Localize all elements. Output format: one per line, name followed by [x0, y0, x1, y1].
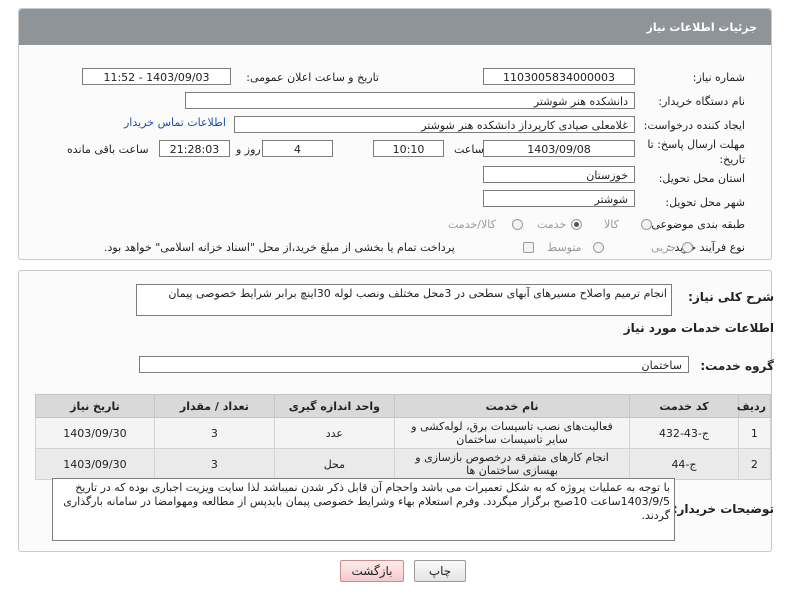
province-label: استان محل تحویل: — [658, 172, 745, 185]
category-radio-service[interactable] — [571, 219, 582, 230]
print-button[interactable]: چاپ — [414, 560, 466, 582]
process-radio-medium[interactable] — [593, 242, 604, 253]
deadline-date-field[interactable]: 1403/09/08 — [483, 140, 635, 157]
deadline-label: مهلت ارسال پاسخ: تا تاریخ: — [647, 138, 745, 166]
process-option-minor: جزیی — [651, 241, 677, 254]
buyer-org-field[interactable]: دانشکده هنر شوشتر — [185, 92, 635, 109]
treasury-payment-note: پرداخت تمام یا بخشی از مبلغ خرید،از محل … — [104, 241, 455, 254]
remaining-label: ساعت باقی مانده — [67, 143, 149, 156]
services-table: ردیف کد خدمت نام خدمت واحد اندازه گیری ت… — [35, 394, 772, 480]
table-header-row: ردیف کد خدمت نام خدمت واحد اندازه گیری ت… — [35, 394, 772, 418]
cell-service-code: ج-44 — [629, 448, 739, 480]
col-header-service-name: نام خدمت — [393, 394, 631, 418]
buyer-contact-link[interactable]: اطلاعات تماس خریدار — [124, 116, 226, 129]
deadline-time-field[interactable]: 10:10 — [373, 140, 444, 157]
category-option-service: خدمت — [537, 218, 567, 231]
col-header-unit: واحد اندازه گیری — [273, 394, 395, 418]
cell-unit: عدد — [273, 417, 395, 449]
table-row[interactable]: 1 ج-43-432 فعالیت‌های نصب تاسیسات برق، ل… — [35, 417, 772, 449]
col-header-row-number: ردیف — [737, 394, 772, 418]
cell-service-name: انجام کارهای متفرقه درخصوص بازسازی و بهس… — [393, 448, 631, 480]
cell-need-date: 1403/09/30 — [35, 417, 155, 449]
buyer-notes-text[interactable]: با توجه به عملیات پروژه که به شکل تعمیرا… — [52, 478, 675, 541]
remaining-days-field[interactable]: 4 — [262, 140, 333, 157]
category-radio-goods-service[interactable] — [512, 219, 523, 230]
cell-need-date: 1403/09/30 — [35, 448, 155, 480]
need-number-field[interactable]: 1103005834000003 — [483, 68, 635, 85]
summary-label: شرح کلی نیاز: — [688, 290, 774, 304]
cell-service-name: فعالیت‌های نصب تاسیسات برق، لوله‌کشی و س… — [393, 417, 631, 449]
services-section-title: اطلاعات خدمات مورد نیاز — [623, 321, 774, 335]
need-number-label: شماره نیاز: — [692, 71, 745, 84]
announce-label: تاریخ و ساعت اعلان عمومی: — [246, 71, 379, 84]
category-option-goods: کالا — [604, 218, 619, 231]
service-group-label: گروه خدمت: — [700, 359, 774, 373]
col-header-service-code: کد خدمت — [629, 394, 739, 418]
process-option-medium: متوسط — [547, 241, 582, 254]
category-option-goods-service: کالا/خدمت — [448, 218, 496, 231]
category-label: طبقه بندی موضوعی: — [647, 218, 745, 231]
province-field[interactable]: خوزستان — [483, 166, 635, 183]
category-radio-goods[interactable] — [641, 219, 652, 230]
table-row[interactable]: 2 ج-44 انجام کارهای متفرقه درخصوص بازساز… — [35, 448, 772, 480]
service-group-field[interactable]: ساختمان — [139, 356, 689, 373]
creator-field[interactable]: غلامعلی صیادی کارپرداز دانشکده هنر شوشتر — [234, 116, 635, 133]
col-header-quantity: تعداد / مقدار — [153, 394, 275, 418]
cell-quantity: 3 — [153, 448, 275, 480]
city-field[interactable]: شوشتر — [483, 190, 635, 207]
deadline-time-label: ساعت — [454, 143, 484, 156]
treasury-payment-checkbox[interactable] — [523, 242, 534, 253]
cell-row-number: 2 — [737, 448, 772, 480]
cell-service-code: ج-43-432 — [629, 417, 739, 449]
summary-text[interactable]: انجام ترمیم واصلاح مسیرهای آبهای سطحی در… — [136, 284, 672, 316]
remaining-time-field[interactable]: 21:28:03 — [159, 140, 230, 157]
process-radio-minor[interactable] — [682, 242, 693, 253]
col-header-need-date: تاریخ نیاز — [35, 394, 155, 418]
cell-unit: محل — [273, 448, 395, 480]
buyer-notes-label: توضیحات خریدار: — [672, 502, 774, 516]
cell-row-number: 1 — [737, 417, 772, 449]
announce-datetime-field[interactable]: 1403/09/03 - 11:52 — [82, 68, 231, 85]
creator-label: ایجاد کننده درخواست: — [643, 119, 745, 132]
city-label: شهر محل تحویل: — [665, 196, 745, 209]
days-label: روز و — [236, 143, 261, 156]
cell-quantity: 3 — [153, 417, 275, 449]
process-label: نوع فرآیند خرید : — [667, 241, 745, 254]
panel-title: جزئیات اطلاعات نیاز — [19, 9, 771, 45]
buyer-org-label: نام دستگاه خریدار: — [658, 95, 745, 108]
back-button[interactable]: بازگشت — [340, 560, 404, 582]
